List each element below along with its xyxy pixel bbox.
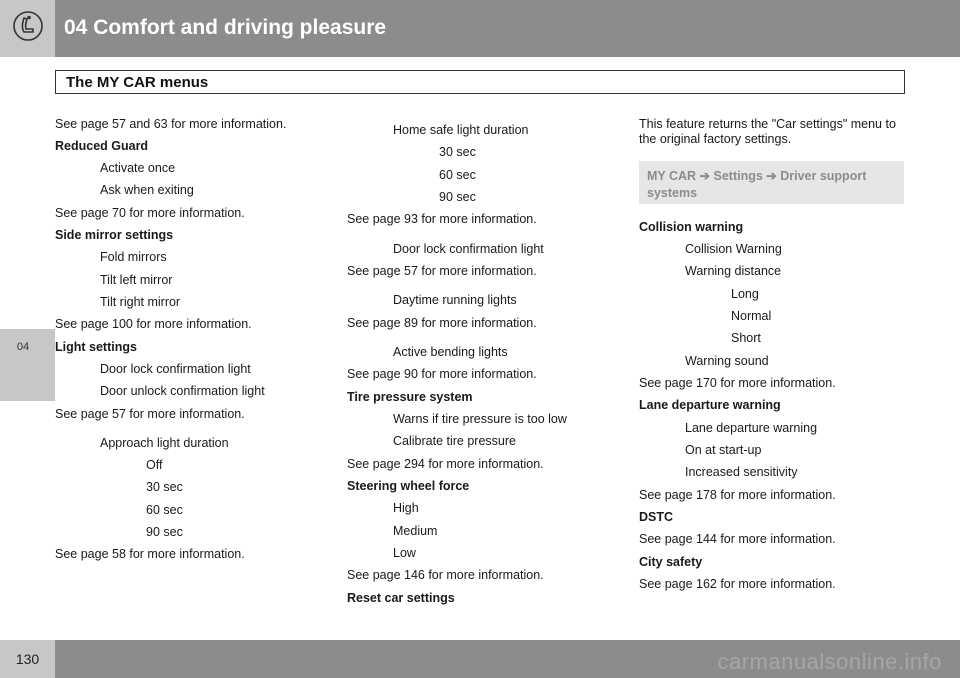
watermark: carmanualsonline.info xyxy=(717,649,942,674)
info-ref: See page 178 for more information. xyxy=(639,488,836,502)
menu-heading: Tire pressure system xyxy=(347,390,473,404)
menu-option: Daytime running lights xyxy=(393,293,517,307)
menu-heading: Light settings xyxy=(55,340,137,354)
menu-option: Warning sound xyxy=(685,354,769,368)
info-ref: See page 162 for more information. xyxy=(639,577,836,591)
sub-option: 30 sec xyxy=(439,145,476,159)
menu-option: Low xyxy=(393,546,416,560)
menu-option: Warning distance xyxy=(685,264,782,278)
info-ref: See page 146 for more information. xyxy=(347,568,544,582)
info-ref: See page 93 for more information. xyxy=(347,212,537,226)
section-title: The MY CAR menus xyxy=(66,74,209,91)
menu-option: Home safe light duration xyxy=(393,123,529,137)
info-ref: See page 57 for more information. xyxy=(347,264,537,278)
menu-heading: Collision warning xyxy=(639,220,744,234)
menu-option: Approach light duration xyxy=(100,436,229,450)
menu-option: On at start-up xyxy=(685,443,762,457)
reset-description: This feature returns the "Car settings" … xyxy=(639,117,896,146)
sub-option: 60 sec xyxy=(146,503,183,517)
menu-option: Activate once xyxy=(100,161,176,175)
info-ref: See page 70 for more information. xyxy=(55,206,245,220)
info-ref: See page 58 for more information. xyxy=(55,547,245,561)
menu-option: Tilt left mirror xyxy=(100,273,173,287)
section-heading-bar: The MY CAR menus xyxy=(55,70,905,94)
info-ref: See page 100 for more information. xyxy=(55,317,252,331)
menu-option: Warns if tire pressure is too low xyxy=(393,412,567,426)
page-number-tab: 130 xyxy=(0,640,55,678)
sub-option: Normal xyxy=(731,309,772,323)
menu-heading: DSTC xyxy=(639,510,674,524)
menu-option: Door unlock confirmation light xyxy=(100,384,265,398)
menu-option: Fold mirrors xyxy=(100,250,167,264)
menu-option: High xyxy=(393,501,419,515)
info-ref: See page 90 for more information. xyxy=(347,367,537,381)
page-number: 130 xyxy=(15,651,40,667)
info-ref: See page 144 for more information. xyxy=(639,532,836,546)
chapter-title: 04 Comfort and driving pleasure xyxy=(64,16,387,39)
sub-option: 90 sec xyxy=(439,190,476,204)
sub-option: Off xyxy=(146,458,163,472)
info-ref: See page 57 and 63 for more information. xyxy=(55,117,287,131)
seat-icon xyxy=(13,11,43,41)
menu-path-callout: MY CAR ➔ Settings ➔ Driver support syste… xyxy=(639,161,904,204)
menu-option: Collision Warning xyxy=(685,242,782,256)
chapter-tab xyxy=(0,0,55,57)
menu-heading: Steering wheel force xyxy=(347,479,470,493)
page-header: 04 Comfort and driving pleasure xyxy=(0,0,960,57)
menu-heading: Side mirror settings xyxy=(55,228,174,242)
menu-heading: City safety xyxy=(639,555,703,569)
side-strip: 04 xyxy=(0,57,55,640)
menu-option: Ask when exiting xyxy=(100,183,194,197)
sub-option: Short xyxy=(731,331,761,345)
menu-option: Active bending lights xyxy=(393,345,508,359)
sub-option: 60 sec xyxy=(439,168,476,182)
info-ref: See page 89 for more information. xyxy=(347,316,537,330)
menu-option: Door lock confirmation light xyxy=(100,362,251,376)
menu-heading: Lane departure warning xyxy=(639,398,781,412)
chapter-side-tab: 04 xyxy=(0,329,55,401)
info-ref: See page 170 for more information. xyxy=(639,376,836,390)
menu-option: Increased sensitivity xyxy=(685,465,798,479)
menu-option: Calibrate tire pressure xyxy=(393,434,516,448)
sub-option: 30 sec xyxy=(146,480,183,494)
page-footer: 130 carmanualsonline.info xyxy=(0,640,960,678)
menu-option: Medium xyxy=(393,524,438,538)
sub-option: 90 sec xyxy=(146,525,183,539)
menu-heading: Reduced Guard xyxy=(55,139,149,153)
info-ref: See page 57 for more information. xyxy=(55,407,245,421)
menu-option: Door lock confirmation light xyxy=(393,242,544,256)
menu-option: Lane departure warning xyxy=(685,421,818,435)
menu-heading: Reset car settings xyxy=(347,591,455,605)
sub-option: Long xyxy=(731,287,759,301)
menu-option: Tilt right mirror xyxy=(100,295,181,309)
info-ref: See page 294 for more information. xyxy=(347,457,544,471)
side-tab-label: 04 xyxy=(16,341,30,353)
menu-path: MY CAR ➔ Settings ➔ Driver support syste… xyxy=(647,169,867,200)
